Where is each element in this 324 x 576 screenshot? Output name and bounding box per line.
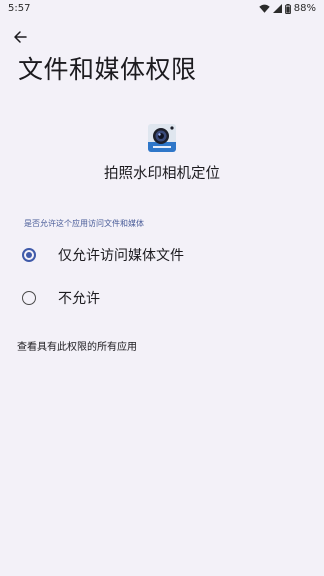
radio-button-selected[interactable]: [22, 248, 36, 262]
camera-app-icon: [148, 124, 176, 152]
radio-option-media-only[interactable]: 仅允许访问媒体文件: [0, 237, 324, 273]
status-bar: 5:57 88%: [0, 0, 324, 18]
page-title: 文件和媒体权限: [18, 55, 197, 84]
status-time: 5:57: [8, 3, 31, 14]
radio-button-unselected[interactable]: [22, 291, 36, 305]
battery-percent: 88%: [293, 3, 316, 14]
radio-option-deny[interactable]: 不允许: [0, 280, 324, 316]
radio-label: 仅允许访问媒体文件: [58, 248, 184, 264]
permission-section-header: 是否允许这个应用访问文件和媒体: [24, 219, 144, 228]
battery-icon: [284, 3, 291, 14]
arrow-left-icon: [13, 29, 27, 48]
signal-icon: [272, 4, 282, 13]
status-icons: 88%: [259, 3, 316, 14]
app-name: 拍照水印相机定位: [104, 166, 220, 182]
view-all-apps-link[interactable]: 查看具有此权限的所有应用: [17, 338, 137, 353]
back-button[interactable]: [10, 28, 30, 48]
radio-label: 不允许: [58, 291, 100, 307]
wifi-icon: [259, 4, 270, 13]
